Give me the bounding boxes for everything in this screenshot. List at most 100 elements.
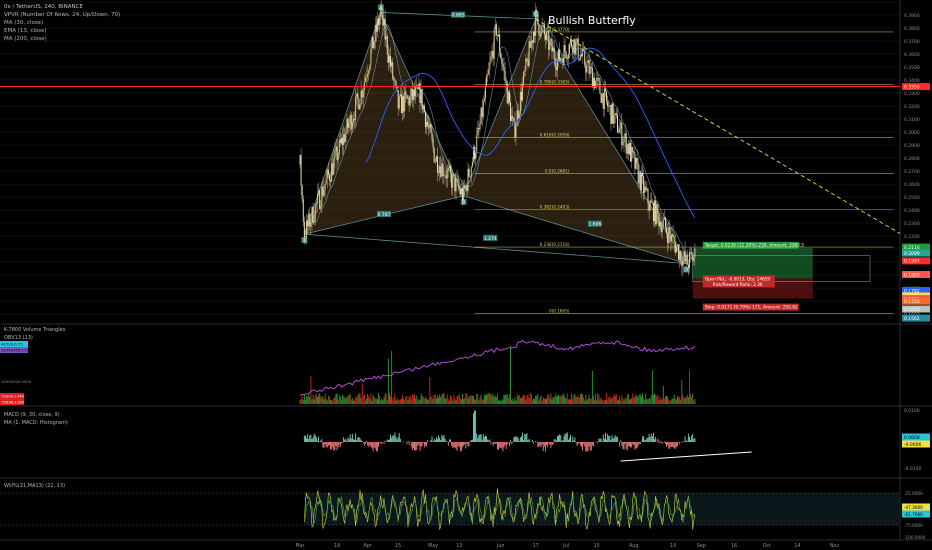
candle-body (325, 178, 327, 185)
candle-body (621, 122, 623, 146)
indicator-label-1: MA (30, close) (4, 20, 43, 26)
candle-body (311, 206, 313, 223)
candle-body (548, 30, 550, 51)
price-tick-label: 0.3900 (904, 13, 920, 19)
macd-tag-label: -0.0006 (904, 442, 922, 448)
candle-body (668, 227, 670, 243)
volume-panel-label: K-7800 Volume Triangles (4, 327, 66, 333)
candle-body (441, 163, 443, 177)
candle-body (457, 178, 459, 188)
willr-panel-label: Will%(21,MA13) (21, 13) (4, 483, 65, 489)
target-label: Target: 0.0239 (11.20%) 239, Amount: 336… (704, 243, 805, 249)
candle-body (381, 8, 383, 10)
candle-body (495, 24, 497, 36)
candle-body (691, 252, 693, 255)
candle-body (553, 47, 555, 60)
candle-body (685, 255, 687, 262)
candle-body (455, 178, 457, 192)
candle-body (501, 58, 503, 64)
candle-body (474, 146, 476, 160)
candle-body (345, 132, 347, 142)
time-tick-label: Mar (295, 543, 304, 549)
candle-body (339, 139, 341, 144)
candle-body (613, 115, 615, 124)
volume-red-tag-label: 79509.1344 (1, 394, 25, 399)
candle-body (586, 63, 588, 73)
candle-body (598, 78, 600, 81)
candle-body (400, 94, 402, 114)
candle-body (618, 132, 620, 133)
candle-body (645, 186, 647, 191)
time-tick-label: Jun (496, 543, 505, 549)
price-tag-label: 0.2099 (904, 251, 920, 257)
candle-body (662, 219, 664, 227)
macd-tick: -0.0100 (904, 466, 922, 472)
candle-body (578, 58, 580, 60)
candle-body (534, 31, 536, 36)
candle-body (436, 156, 438, 173)
willr-tag-label: -47.3000 (904, 505, 923, 510)
candle-body (320, 206, 322, 209)
candle-body (611, 103, 613, 124)
candle-body (603, 88, 605, 109)
candle-body (508, 91, 510, 103)
price-tick-label: 0.3800 (904, 26, 920, 32)
macd-ma-label: MA (1, MACD: Histogram) (4, 420, 68, 426)
candle-body (602, 93, 604, 109)
willr-tag-label: -61.7600 (904, 512, 923, 517)
candle-body (368, 70, 370, 75)
volume-tag-label: 42729.0.75 (1, 342, 23, 347)
target-zone (692, 247, 813, 279)
candle-body (404, 91, 406, 112)
candle-body (667, 233, 669, 243)
volume-tag-label: 28349956.2319 (1, 348, 32, 353)
price-tag-label: 0.1997 (904, 259, 920, 265)
candle-body (469, 176, 471, 178)
candle-body (462, 188, 464, 201)
candle-body (411, 88, 413, 100)
candle-body (556, 59, 558, 70)
candle-body (476, 135, 478, 153)
candle-body (375, 24, 377, 32)
candle-body (480, 107, 482, 124)
candle-body (572, 46, 574, 53)
candle-body (397, 90, 399, 109)
candle-body (433, 147, 435, 163)
candle-body (542, 24, 544, 27)
candle-body (319, 190, 321, 209)
candle-body (315, 203, 317, 205)
candle-body (409, 95, 411, 106)
candle-body (304, 237, 306, 239)
candle-body (588, 60, 590, 74)
candle-body (644, 186, 646, 193)
candle-body (399, 94, 401, 97)
candle-body (537, 13, 539, 24)
candle-body (656, 204, 658, 225)
candle-body (384, 18, 386, 40)
candle-body (536, 9, 538, 14)
candle-body (354, 118, 356, 120)
candle-body (657, 204, 659, 214)
price-tag-label: 0.1562 (904, 316, 920, 322)
candle-body (489, 62, 491, 70)
price-tick-label: 0.2900 (904, 143, 920, 149)
candle-body (443, 175, 445, 177)
candle-body (323, 189, 325, 196)
candle-body (410, 88, 412, 96)
candle-body (530, 40, 532, 48)
candle-body (488, 69, 490, 75)
candle-body (347, 118, 349, 128)
candle-body (549, 40, 551, 51)
willr-tick: -25.0000 (904, 491, 923, 496)
candle-body (468, 168, 470, 177)
candle-body (334, 150, 336, 159)
candle-body (376, 18, 378, 32)
candle-body (385, 36, 387, 40)
candle-body (555, 67, 557, 70)
candle-body (463, 185, 465, 201)
chart-title: Bullish Butterfly (548, 14, 636, 27)
candle-body (663, 217, 665, 220)
candle-body (299, 155, 301, 165)
candle-body (330, 180, 332, 182)
chart-canvas[interactable]: Target: 0.0239 (11.20%) 239, Amount: 336… (0, 0, 932, 550)
